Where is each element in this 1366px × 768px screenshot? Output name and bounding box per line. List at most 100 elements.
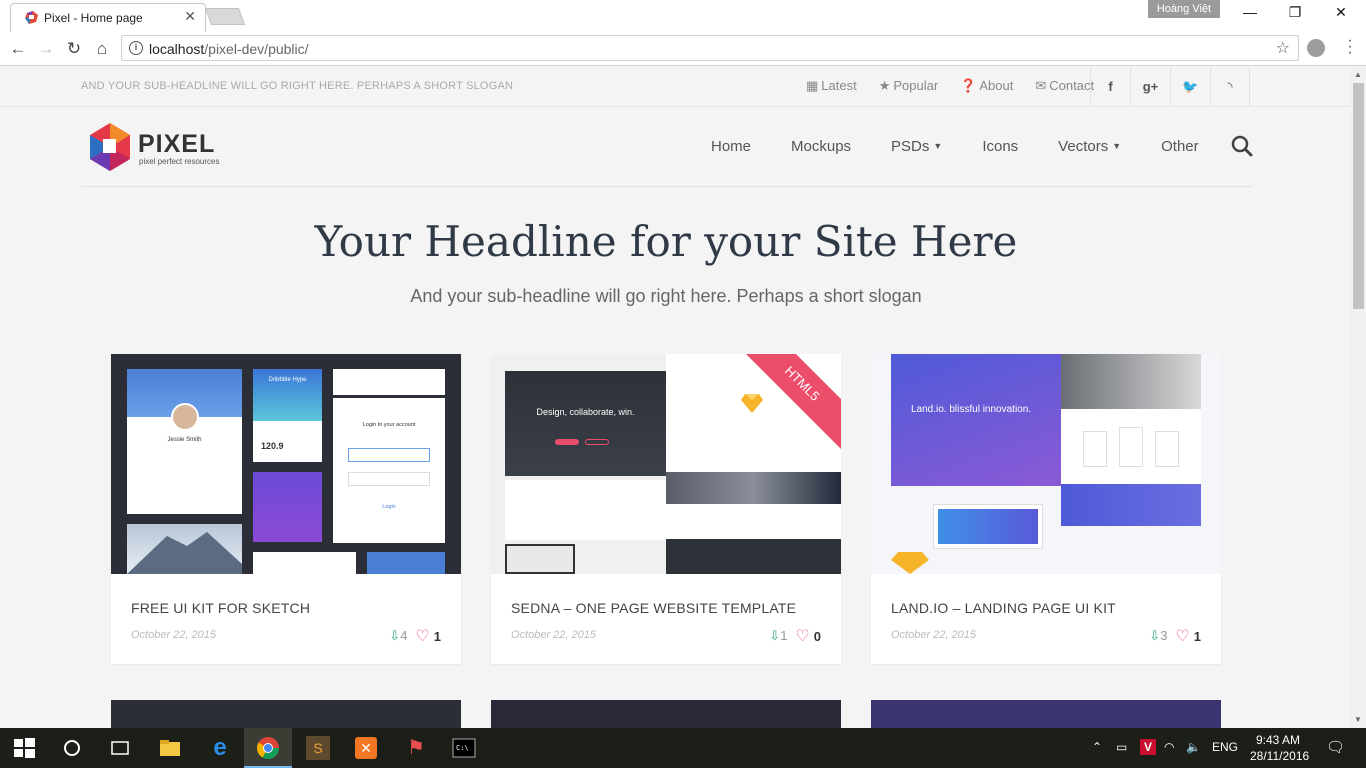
search-icon[interactable] xyxy=(1231,135,1253,157)
facebook-icon[interactable]: f xyxy=(1090,67,1130,107)
sketch-diamond-icon xyxy=(891,550,929,574)
taskbar-clock[interactable]: 9:43 AM 28/11/2016 xyxy=(1250,732,1309,764)
battery-icon[interactable]: ▭ xyxy=(1116,740,1127,754)
resource-card-partial[interactable] xyxy=(111,700,461,728)
toplink-latest[interactable]: ▦ Latest xyxy=(806,78,857,94)
resource-card-partial[interactable] xyxy=(491,700,841,728)
bookmark-star-icon[interactable]: ☆ xyxy=(1276,38,1290,58)
forward-arrow-icon[interactable]: → xyxy=(34,37,58,61)
resource-card[interactable]: Design, collaborate, win. HTML5 SEDNA – … xyxy=(491,354,841,664)
antivirus-icon[interactable]: V xyxy=(1140,739,1156,755)
edge-icon[interactable]: e xyxy=(208,736,232,760)
tab-close-icon[interactable]: ✕ xyxy=(184,8,196,25)
social-links: f g+ 🐦 ◝ xyxy=(1090,67,1250,107)
topbar-links: ▦ Latest ★ Popular ❓ About ✉ Contact xyxy=(806,78,1094,94)
cortana-icon[interactable] xyxy=(60,736,84,760)
caret-down-icon: ▼ xyxy=(1112,141,1122,151)
google-plus-icon[interactable]: g+ xyxy=(1130,67,1170,107)
nav-icons[interactable]: Icons xyxy=(982,138,1018,155)
wifi-icon[interactable]: ◠ xyxy=(1164,740,1174,754)
toplink-about[interactable]: ❓ About xyxy=(960,78,1013,94)
page-scrollbar[interactable]: ▲ ▼ xyxy=(1350,67,1366,728)
twitter-icon[interactable]: 🐦 xyxy=(1170,67,1210,107)
envelope-icon: ✉ xyxy=(1035,78,1047,93)
download-count: 1 xyxy=(780,628,788,643)
thumb-gallery xyxy=(666,472,841,504)
volume-icon[interactable]: 🔈 xyxy=(1186,740,1201,754)
card-thumbnail[interactable]: Design, collaborate, win. HTML5 xyxy=(491,354,841,574)
card-title[interactable]: SEDNA – ONE PAGE WEBSITE TEMPLATE xyxy=(511,600,796,616)
card-thumbnail[interactable]: Jessie Smith Dribbble Hype 120.9 Login t… xyxy=(111,354,461,574)
resource-card[interactable]: Jessie Smith Dribbble Hype 120.9 Login t… xyxy=(111,354,461,664)
windows-taskbar: e S ✕ ⚑ C:\ ⌃ ▭ V ◠ 🔈 ENG 9:43 AM 28/11/… xyxy=(0,728,1366,768)
home-icon[interactable]: ⌂ xyxy=(90,37,114,61)
scroll-down-icon[interactable]: ▼ xyxy=(1354,715,1362,724)
scroll-up-icon[interactable]: ▲ xyxy=(1354,70,1362,79)
thumb-band xyxy=(1061,484,1201,526)
thumb-left: Design, collaborate, win. xyxy=(491,354,666,574)
rss-icon[interactable]: ◝ xyxy=(1210,67,1250,107)
browser-tab-active[interactable]: Pixel - Home page ✕ xyxy=(10,3,206,32)
tab-title: Pixel - Home page xyxy=(44,11,143,25)
address-bar[interactable]: i localhost/pixel-dev/public/ ☆ xyxy=(121,35,1299,61)
thumb-mountain xyxy=(127,524,242,574)
tray-expand-icon[interactable]: ⌃ xyxy=(1092,740,1102,754)
pixel-logo-icon[interactable] xyxy=(90,123,130,171)
nav-psds[interactable]: PSDs ▼ xyxy=(891,138,942,155)
toplink-label: Latest xyxy=(821,78,857,93)
restore-icon[interactable]: ❐ xyxy=(1275,4,1315,21)
resource-card-partial[interactable] xyxy=(871,700,1221,728)
download-cloud-icon[interactable]: ⇩4 xyxy=(389,628,407,644)
language-indicator[interactable]: ENG xyxy=(1212,740,1238,754)
card-title[interactable]: LAND.IO – LANDING PAGE UI KIT xyxy=(891,600,1116,616)
thumb-input xyxy=(348,448,430,462)
card-title[interactable]: FREE UI KIT FOR SKETCH xyxy=(131,600,310,616)
toplink-label: Popular xyxy=(893,78,939,93)
xampp-icon[interactable]: ✕ xyxy=(354,736,378,760)
extension-icon[interactable] xyxy=(1307,39,1325,57)
info-icon[interactable]: i xyxy=(129,41,143,55)
close-window-icon[interactable]: ✕ xyxy=(1321,4,1361,21)
toplink-contact[interactable]: ✉ Contact xyxy=(1035,78,1094,94)
toplink-label: About xyxy=(979,78,1014,93)
nav-vectors[interactable]: Vectors ▼ xyxy=(1058,138,1121,155)
file-explorer-icon[interactable] xyxy=(158,736,182,760)
heart-icon[interactable]: ♡ xyxy=(795,626,809,646)
nav-home[interactable]: Home xyxy=(711,138,751,155)
thumb-stat-panel: Dribbble Hype 120.9 xyxy=(253,369,322,462)
thumb-input xyxy=(348,472,430,486)
task-view-icon[interactable] xyxy=(108,736,132,760)
heart-icon[interactable]: ♡ xyxy=(1175,626,1189,646)
scroll-thumb[interactable] xyxy=(1353,83,1364,309)
thumb-purple-panel xyxy=(253,472,322,542)
command-prompt-icon[interactable]: C:\ xyxy=(452,736,476,760)
download-cloud-icon[interactable]: ⇩1 xyxy=(769,628,787,644)
profile-button[interactable]: Hoàng Việt xyxy=(1148,0,1220,18)
windows-start-icon[interactable] xyxy=(12,736,36,760)
browser-toolbar: ← → ↻ ⌂ i localhost/pixel-dev/public/ ☆ xyxy=(0,32,1366,66)
thumb-hero-text: Design, collaborate, win. xyxy=(536,407,635,417)
like-count: 0 xyxy=(813,628,821,644)
new-tab-button[interactable] xyxy=(204,8,246,25)
page-viewport: AND YOUR SUB-HEADLINE WILL GO RIGHT HERE… xyxy=(0,67,1350,728)
chrome-icon[interactable] xyxy=(256,736,280,760)
notifications-icon[interactable]: 🗨 xyxy=(1326,738,1345,756)
nav-mockups[interactable]: Mockups xyxy=(791,138,851,155)
thumb-hero: Design, collaborate, win. xyxy=(505,371,666,476)
resource-card[interactable]: Land.io. blissful innovation. LAND.IO – … xyxy=(871,354,1221,664)
download-cloud-icon[interactable]: ⇩3 xyxy=(1149,628,1167,644)
svg-text:✕: ✕ xyxy=(360,741,372,757)
chrome-menu-icon[interactable]: · · · xyxy=(1345,33,1355,61)
nav-menu: Home Mockups PSDs ▼ Icons Vectors ▼ Other xyxy=(711,138,1239,155)
reload-icon[interactable]: ↻ xyxy=(62,37,86,61)
heart-icon[interactable]: ♡ xyxy=(415,626,429,646)
back-arrow-icon[interactable]: ← xyxy=(6,37,30,61)
nav-other[interactable]: Other xyxy=(1161,138,1199,155)
nav-label: Vectors xyxy=(1058,138,1109,155)
card-thumbnail[interactable]: Land.io. blissful innovation. xyxy=(871,354,1221,574)
filezilla-icon[interactable]: ⚑ xyxy=(404,736,428,760)
toplink-popular[interactable]: ★ Popular xyxy=(879,78,938,94)
sublime-text-icon[interactable]: S xyxy=(306,736,330,760)
minimize-icon[interactable]: — xyxy=(1230,4,1270,20)
thumb-footer xyxy=(666,539,841,574)
